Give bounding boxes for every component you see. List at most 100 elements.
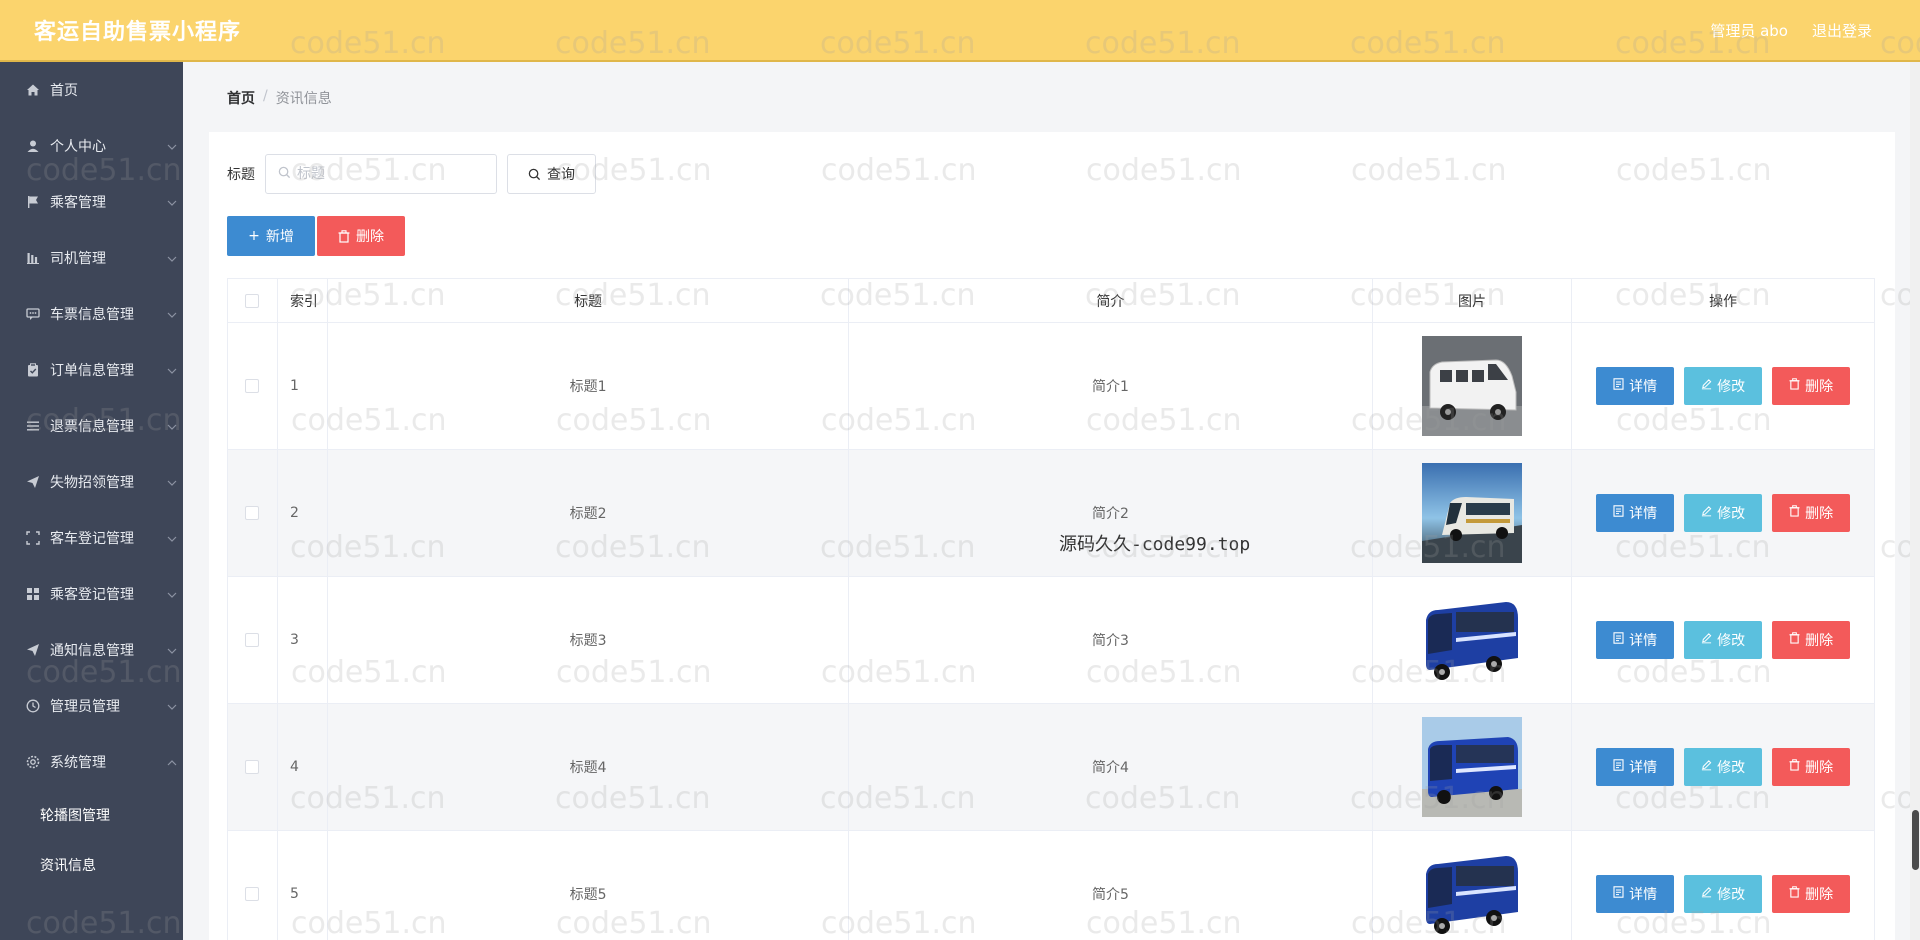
query-button-label: 查询 xyxy=(547,167,575,183)
query-button[interactable]: 查询 xyxy=(507,154,596,194)
batch-delete-button[interactable]: 删除 xyxy=(317,216,405,256)
row-check-cell xyxy=(228,831,278,940)
news-table: 索引 标题 简介 图片 操作 1 标题1 简介1 详情 修改 删除 2 标题2 简介2 详情 修改删… xyxy=(227,278,1875,940)
sidebar-item-7[interactable]: 失物招领管理 xyxy=(0,454,183,510)
sidebar-menu: 首页个人中心乘客管理司机管理 车票信息管理订单信息管理退票信息管理 失物招领管理 客车… xyxy=(0,62,183,890)
trash-icon xyxy=(338,229,350,243)
row-checkbox[interactable] xyxy=(245,506,260,520)
row-index: 3 xyxy=(278,577,328,703)
bus-thumbnail[interactable] xyxy=(1421,463,1522,563)
delete-button[interactable]: 删除 xyxy=(1772,367,1851,405)
sidebar-item-9[interactable]: 乘客登记管理 xyxy=(0,566,183,622)
edit-button-label: 修改 xyxy=(1717,506,1746,522)
trash-icon xyxy=(1789,632,1800,648)
row-image-cell xyxy=(1373,450,1573,576)
chevron-down-icon xyxy=(167,475,177,489)
sidebar-item-3[interactable]: 司机管理 xyxy=(0,230,183,286)
delete-button[interactable]: 删除 xyxy=(1772,748,1851,786)
app-title: 客运自助售票小程序 xyxy=(34,20,242,45)
row-check-cell xyxy=(228,577,278,703)
sidebar-item-label: 订单信息管理 xyxy=(50,363,134,379)
edit-icon xyxy=(1701,505,1712,521)
chevron-down-icon xyxy=(167,587,177,601)
document-icon xyxy=(1613,632,1624,648)
delete-button[interactable]: 删除 xyxy=(1772,621,1851,659)
row-index: 4 xyxy=(278,704,328,830)
scrollbar-thumb[interactable] xyxy=(1912,810,1919,870)
sidebar-item-label: 乘客管理 xyxy=(50,195,106,211)
sidebar-item-10[interactable]: 通知信息管理 xyxy=(0,622,183,678)
breadcrumb-home[interactable]: 首页 xyxy=(227,88,255,108)
bus-thumbnail[interactable] xyxy=(1421,590,1522,690)
table-row: 5 标题5 简介5 详情 修改 删除 xyxy=(228,831,1874,940)
logout-link[interactable]: 退出登录 xyxy=(1812,20,1872,41)
row-checkbox[interactable] xyxy=(245,633,260,647)
chevron-down-icon xyxy=(167,251,177,265)
chevron-down-icon xyxy=(167,699,177,713)
chevron-down-icon xyxy=(167,363,177,377)
table-row: 3 标题3 简介3 详情 修改 删除 xyxy=(228,577,1874,704)
select-all-checkbox[interactable] xyxy=(245,293,260,308)
add-button[interactable]: + 新增 xyxy=(227,216,315,256)
search-input-wrapper xyxy=(265,154,497,194)
sidebar-item-6[interactable]: 退票信息管理 xyxy=(0,398,183,454)
sidebar-item-11[interactable]: 管理员管理 xyxy=(0,678,183,734)
sidebar-item-2[interactable]: 乘客管理 xyxy=(0,174,183,230)
row-intro: 简介5 xyxy=(849,831,1373,940)
row-check-cell xyxy=(228,704,278,830)
current-user-label[interactable]: 管理员 abo xyxy=(1710,20,1788,41)
bus-thumbnail[interactable] xyxy=(1421,336,1522,436)
detail-button-label: 详情 xyxy=(1629,887,1658,903)
edit-button[interactable]: 修改 xyxy=(1684,875,1763,913)
search-input[interactable] xyxy=(297,166,487,182)
sidebar-item-0[interactable]: 首页 xyxy=(0,62,183,118)
sidebar-item-label: 通知信息管理 xyxy=(50,643,134,659)
sidebar-item-1[interactable]: 个人中心 xyxy=(0,118,183,174)
edit-icon xyxy=(1701,759,1712,775)
sidebar-item-8[interactable]: 客车登记管理 xyxy=(0,510,183,566)
sidebar-item-12[interactable]: 系统管理 xyxy=(0,734,183,790)
sidebar-subitem-1[interactable]: 资讯信息 xyxy=(0,840,183,890)
edit-button[interactable]: 修改 xyxy=(1684,621,1763,659)
detail-button[interactable]: 详情 xyxy=(1596,621,1675,659)
sidebar-item-label: 个人中心 xyxy=(50,139,106,155)
edit-button-label: 修改 xyxy=(1717,887,1746,903)
home-icon xyxy=(24,81,42,99)
main-content: 首页 / 资讯信息 标题 查询 + 新增 删除 xyxy=(183,62,1920,940)
detail-button[interactable]: 详情 xyxy=(1596,494,1675,532)
row-check-cell xyxy=(228,323,278,449)
row-index: 1 xyxy=(278,323,328,449)
row-checkbox[interactable] xyxy=(245,379,260,393)
sidebar-subitem-0[interactable]: 轮播图管理 xyxy=(0,790,183,840)
sidebar-item-4[interactable]: 车票信息管理 xyxy=(0,286,183,342)
detail-button[interactable]: 详情 xyxy=(1596,367,1675,405)
search-icon xyxy=(528,168,541,180)
row-index: 5 xyxy=(278,831,328,940)
send-icon xyxy=(24,473,42,491)
edit-button[interactable]: 修改 xyxy=(1684,367,1763,405)
sidebar-item-5[interactable]: 订单信息管理 xyxy=(0,342,183,398)
bus-thumbnail[interactable] xyxy=(1421,717,1522,817)
detail-button[interactable]: 详情 xyxy=(1596,748,1675,786)
user-icon xyxy=(24,137,42,155)
bus-thumbnail[interactable] xyxy=(1421,844,1522,940)
batch-delete-label: 删除 xyxy=(356,229,384,245)
delete-button[interactable]: 删除 xyxy=(1772,494,1851,532)
sidebar-item-label: 首页 xyxy=(50,83,78,99)
trash-icon xyxy=(1789,378,1800,394)
detail-button[interactable]: 详情 xyxy=(1596,875,1675,913)
row-check-cell xyxy=(228,450,278,576)
page-scrollbar[interactable] xyxy=(1910,62,1920,940)
sidebar-item-label: 管理员管理 xyxy=(50,699,120,715)
edit-button[interactable]: 修改 xyxy=(1684,494,1763,532)
chevron-down-icon xyxy=(167,643,177,657)
breadcrumb-current: 资讯信息 xyxy=(275,91,332,107)
header-index: 索引 xyxy=(278,279,328,322)
row-checkbox[interactable] xyxy=(245,887,260,901)
row-checkbox[interactable] xyxy=(245,760,260,774)
edit-button[interactable]: 修改 xyxy=(1684,748,1763,786)
delete-button[interactable]: 删除 xyxy=(1772,875,1851,913)
detail-button-label: 详情 xyxy=(1629,506,1658,522)
chevron-down-icon xyxy=(167,419,177,433)
header-ops: 操作 xyxy=(1709,293,1738,310)
